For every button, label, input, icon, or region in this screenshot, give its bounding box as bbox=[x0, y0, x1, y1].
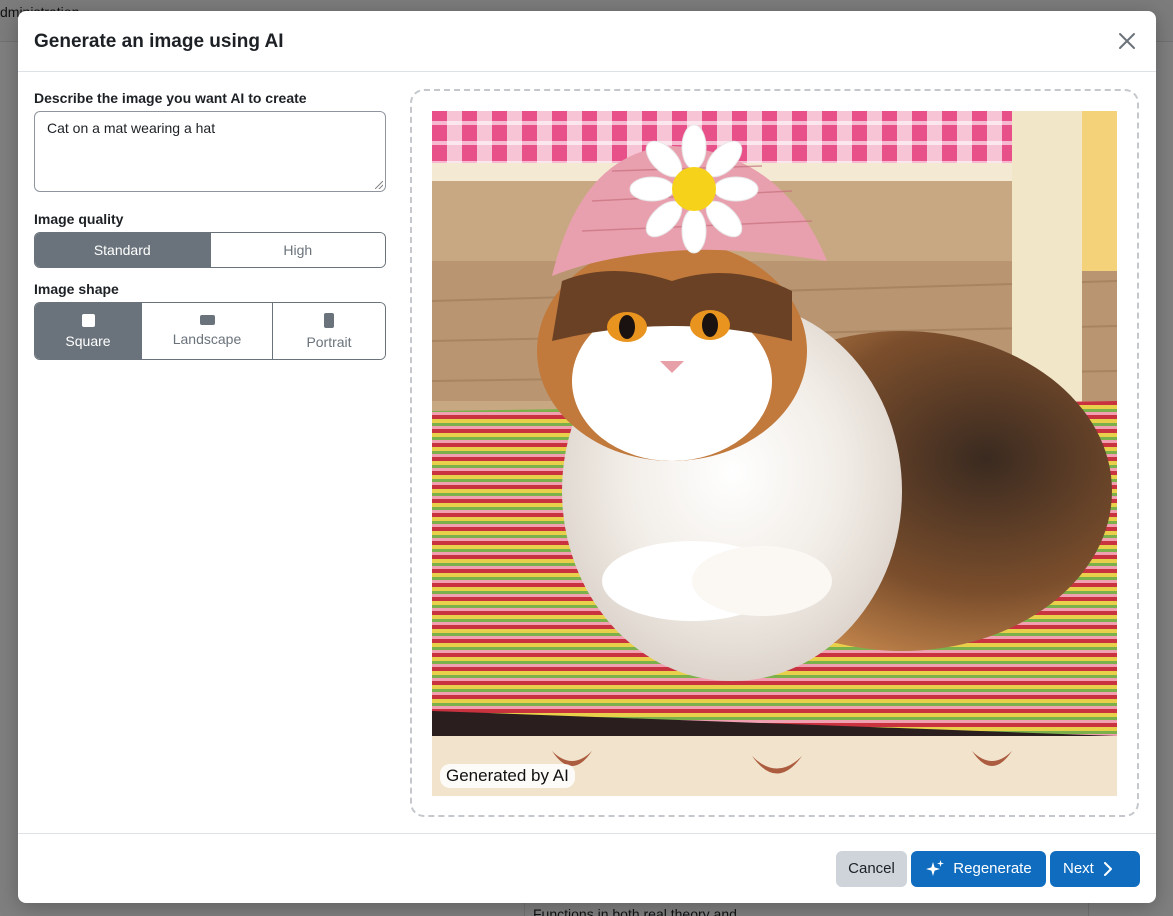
next-label: Next bbox=[1063, 860, 1094, 877]
modal-body: Describe the image you want AI to create… bbox=[18, 72, 1156, 833]
square-icon bbox=[81, 313, 95, 327]
sparkle-icon bbox=[926, 859, 945, 876]
shape-landscape-label: Landscape bbox=[172, 331, 242, 347]
ai-image-modal: Generate an image using AI Describe the … bbox=[18, 11, 1156, 903]
shape-label: Image shape bbox=[34, 281, 119, 297]
shape-square-label: Square bbox=[65, 332, 111, 349]
close-button[interactable] bbox=[1112, 26, 1142, 56]
generated-image: Generated by AI bbox=[432, 111, 1117, 796]
shape-landscape-button[interactable]: Landscape bbox=[142, 303, 273, 359]
shape-portrait-button[interactable]: Portrait bbox=[273, 303, 385, 359]
chevron-right-icon bbox=[1103, 861, 1112, 876]
close-icon bbox=[1119, 33, 1135, 49]
quality-high-button[interactable]: High bbox=[210, 233, 385, 267]
landscape-icon bbox=[199, 315, 215, 325]
generated-by-ai-badge: Generated by AI bbox=[440, 764, 575, 788]
regenerate-button[interactable]: Regenerate bbox=[911, 850, 1046, 887]
resize-handle-icon[interactable] bbox=[375, 181, 383, 189]
modal-footer: Cancel Regenerate Next bbox=[18, 833, 1156, 903]
next-button[interactable]: Next bbox=[1050, 850, 1140, 887]
shape-portrait-label: Portrait bbox=[306, 333, 352, 350]
modal-title: Generate an image using AI bbox=[34, 31, 284, 52]
prompt-textarea[interactable]: Cat on a mat wearing a hat bbox=[34, 111, 386, 192]
shape-selector: Square Landscape Portrait bbox=[34, 302, 386, 360]
image-preview-frame: Generated by AI bbox=[410, 89, 1139, 817]
settings-panel: Describe the image you want AI to create… bbox=[34, 90, 386, 360]
prompt-text: Cat on a mat wearing a hat bbox=[47, 120, 216, 136]
cancel-button[interactable]: Cancel bbox=[836, 850, 907, 887]
regenerate-label: Regenerate bbox=[953, 860, 1032, 877]
modal-header: Generate an image using AI bbox=[18, 11, 1156, 72]
prompt-label: Describe the image you want AI to create bbox=[34, 90, 307, 106]
quality-standard-button[interactable]: Standard bbox=[35, 233, 211, 267]
portrait-icon bbox=[324, 312, 334, 328]
quality-label: Image quality bbox=[34, 211, 124, 227]
cat-image-illustration bbox=[432, 111, 1117, 796]
shape-square-button[interactable]: Square bbox=[35, 303, 142, 359]
quality-selector: Standard High bbox=[34, 232, 386, 268]
